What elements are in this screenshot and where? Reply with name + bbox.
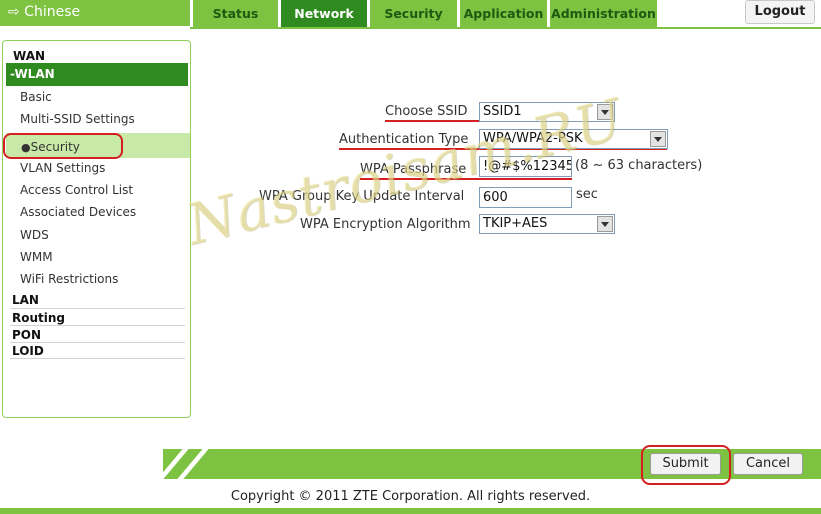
sidebar-section-wlan[interactable]: -WLAN bbox=[6, 63, 188, 86]
sidebar-section-pon[interactable]: PON bbox=[12, 328, 41, 342]
header-divider bbox=[190, 27, 821, 29]
sidebar-divider bbox=[10, 325, 185, 326]
sidebar-divider bbox=[10, 308, 185, 309]
tab-security[interactable]: Security bbox=[370, 0, 457, 28]
tab-network[interactable]: Network bbox=[281, 0, 367, 28]
encryption-algorithm-label: WPA Encryption Algorithm bbox=[300, 217, 471, 232]
ssid-select[interactable]: SSID1 bbox=[479, 102, 615, 122]
sidebar-item-wifi-restrictions[interactable]: WiFi Restrictions bbox=[20, 272, 118, 286]
sidebar-item-vlan-settings[interactable]: VLAN Settings bbox=[20, 161, 105, 175]
tab-administration[interactable]: Administration bbox=[550, 0, 657, 28]
tab-application[interactable]: Application bbox=[460, 0, 547, 28]
top-bar: ⇨ Chinese Status Network Security Applic… bbox=[0, 0, 821, 29]
group-key-interval-label: WPA Group Key Update Interval bbox=[259, 189, 465, 204]
ssid-label: Choose SSID bbox=[385, 104, 468, 119]
passphrase-hint: (8 ~ 63 characters) bbox=[575, 158, 703, 173]
sidebar: WAN -WLAN Basic Multi-SSID Settings ●Sec… bbox=[2, 40, 191, 418]
auth-type-select[interactable]: WPA/WPA2-PSK bbox=[479, 129, 668, 149]
sidebar-item-basic[interactable]: Basic bbox=[20, 90, 52, 104]
passphrase-input[interactable]: !@#$%12345 bbox=[479, 156, 572, 177]
passphrase-label: WPA Passphrase bbox=[360, 162, 467, 177]
ssid-select-value: SSID1 bbox=[483, 104, 522, 119]
sidebar-divider bbox=[10, 358, 185, 359]
copyright-label: Copyright © 2011 ZTE Corporation. All ri… bbox=[230, 489, 591, 504]
chevron-down-icon[interactable] bbox=[597, 216, 613, 232]
logout-button[interactable]: Logout bbox=[745, 0, 815, 24]
chevron-down-icon[interactable] bbox=[597, 104, 613, 120]
encryption-algorithm-value: TKIP+AES bbox=[483, 216, 548, 231]
sidebar-section-routing[interactable]: Routing bbox=[12, 311, 65, 325]
group-key-interval-input[interactable]: 600 bbox=[479, 187, 572, 208]
sidebar-item-multi-ssid[interactable]: Multi-SSID Settings bbox=[20, 112, 135, 126]
sidebar-item-access-control-list[interactable]: Access Control List bbox=[20, 183, 133, 197]
sidebar-section-lan[interactable]: LAN bbox=[12, 293, 39, 307]
sidebar-divider bbox=[10, 342, 185, 343]
footer-bar bbox=[0, 508, 821, 514]
annotation-circle-submit bbox=[641, 445, 731, 485]
tab-status[interactable]: Status bbox=[193, 0, 278, 28]
cancel-button[interactable]: Cancel bbox=[733, 453, 803, 475]
auth-type-label: Authentication Type bbox=[339, 132, 469, 147]
annotation-circle-security bbox=[3, 133, 123, 159]
language-switch[interactable]: ⇨ Chinese bbox=[0, 0, 190, 26]
encryption-algorithm-select[interactable]: TKIP+AES bbox=[479, 214, 615, 234]
chevron-down-icon[interactable] bbox=[650, 131, 666, 147]
sidebar-item-wds[interactable]: WDS bbox=[20, 228, 49, 242]
auth-type-select-value: WPA/WPA2-PSK bbox=[483, 131, 583, 146]
group-key-interval-unit: sec bbox=[576, 187, 598, 202]
sidebar-section-wan[interactable]: WAN bbox=[13, 49, 45, 63]
copyright-text: Copyright © 2011 ZTE Corporation. All ri… bbox=[0, 489, 821, 504]
sidebar-item-associated-devices[interactable]: Associated Devices bbox=[20, 205, 136, 219]
annotation-underline-passphrase bbox=[360, 178, 572, 180]
sidebar-item-wmm[interactable]: WMM bbox=[20, 250, 53, 264]
sidebar-section-loid[interactable]: LOID bbox=[12, 344, 44, 358]
